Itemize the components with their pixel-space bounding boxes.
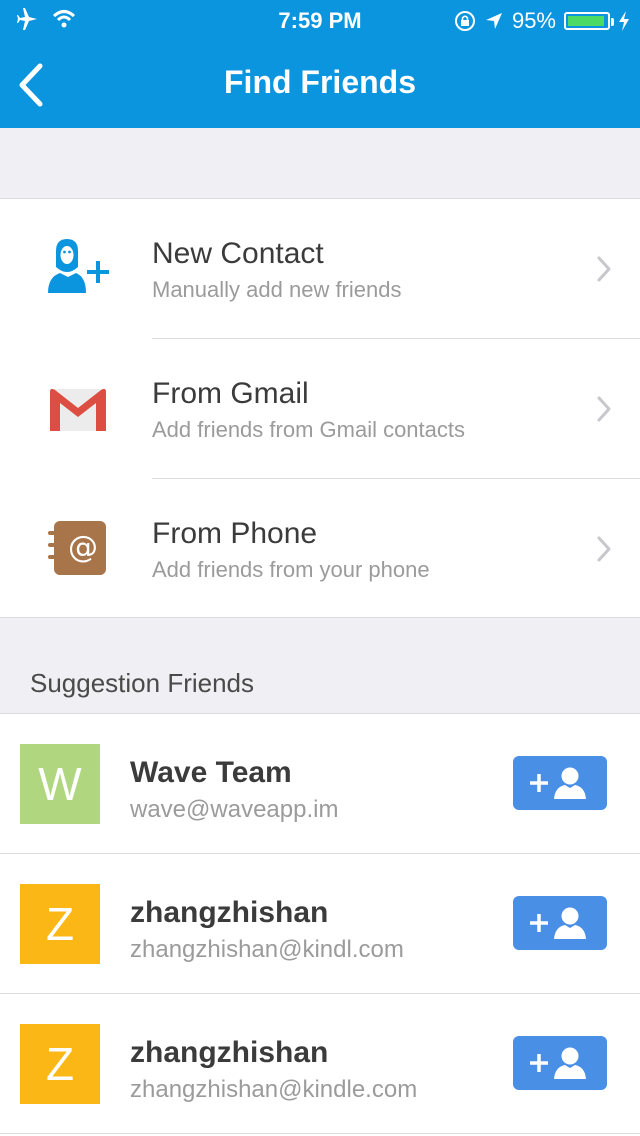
gmail-icon — [50, 388, 106, 431]
chevron-right-icon — [597, 256, 611, 282]
battery-percent: 95% — [511, 8, 556, 33]
address-book-icon: @ — [48, 521, 106, 575]
avatar: Z — [20, 1024, 100, 1104]
chevron-right-icon — [597, 536, 611, 562]
friend-email: wave@waveapp.im — [130, 796, 339, 823]
chevron-right-icon — [597, 396, 611, 422]
location-arrow-icon — [485, 13, 502, 29]
friend-name: zhangzhishan — [130, 1036, 329, 1069]
new-contact-option[interactable]: New Contact Manually add new friends — [0, 199, 640, 339]
find-options-list: New Contact Manually add new friends Fro… — [0, 198, 640, 618]
from-phone-option[interactable]: @ From Phone Add friends from your phone — [0, 479, 640, 619]
battery-nub — [611, 18, 614, 26]
friend-row: Z zhangzhishan zhangzhishan@kindl.com — [0, 854, 640, 994]
status-right: 95% — [454, 8, 630, 34]
suggestion-section-label: Suggestion Friends — [30, 668, 255, 698]
header: 7:59 PM 95% Find Friends — [0, 0, 640, 128]
add-friend-icon — [530, 767, 586, 799]
friend-email: zhangzhishan@kindle.com — [130, 1076, 418, 1103]
status-bar: 7:59 PM 95% — [0, 0, 640, 40]
friend-name: Wave Team — [130, 756, 292, 789]
battery-icon — [564, 12, 614, 30]
suggestion-friends-list: W Wave Team wave@waveapp.im Z zhangzhish… — [0, 713, 640, 1136]
divider — [0, 1133, 640, 1134]
friend-email: zhangzhishan@kindl.com — [130, 936, 404, 963]
avatar: W — [20, 744, 100, 824]
avatar: Z — [20, 884, 100, 964]
add-friend-button[interactable] — [513, 896, 607, 950]
option-subtitle: Add friends from your phone — [152, 557, 430, 582]
add-friend-button[interactable] — [513, 1036, 607, 1090]
friend-name: zhangzhishan — [130, 896, 329, 929]
battery-fill — [568, 16, 604, 26]
charging-bolt-icon — [619, 11, 629, 31]
add-friend-icon — [530, 1047, 586, 1079]
from-gmail-option[interactable]: From Gmail Add friends from Gmail contac… — [0, 339, 640, 479]
option-title: From Gmail — [152, 377, 309, 410]
add-friend-icon — [530, 907, 586, 939]
add-friend-button[interactable] — [513, 756, 607, 810]
friend-row: Z zhangzhishan zhangzhishan@kindle.com — [0, 994, 640, 1134]
option-subtitle: Manually add new friends — [152, 277, 402, 302]
add-person-icon — [48, 239, 109, 293]
option-subtitle: Add friends from Gmail contacts — [152, 417, 466, 442]
friend-row: W Wave Team wave@waveapp.im — [0, 714, 640, 854]
rotation-lock-icon — [454, 11, 475, 31]
svg-text:@: @ — [68, 530, 98, 565]
option-title: From Phone — [152, 517, 318, 550]
option-title: New Contact — [152, 237, 324, 270]
page-title: Find Friends — [224, 64, 416, 100]
